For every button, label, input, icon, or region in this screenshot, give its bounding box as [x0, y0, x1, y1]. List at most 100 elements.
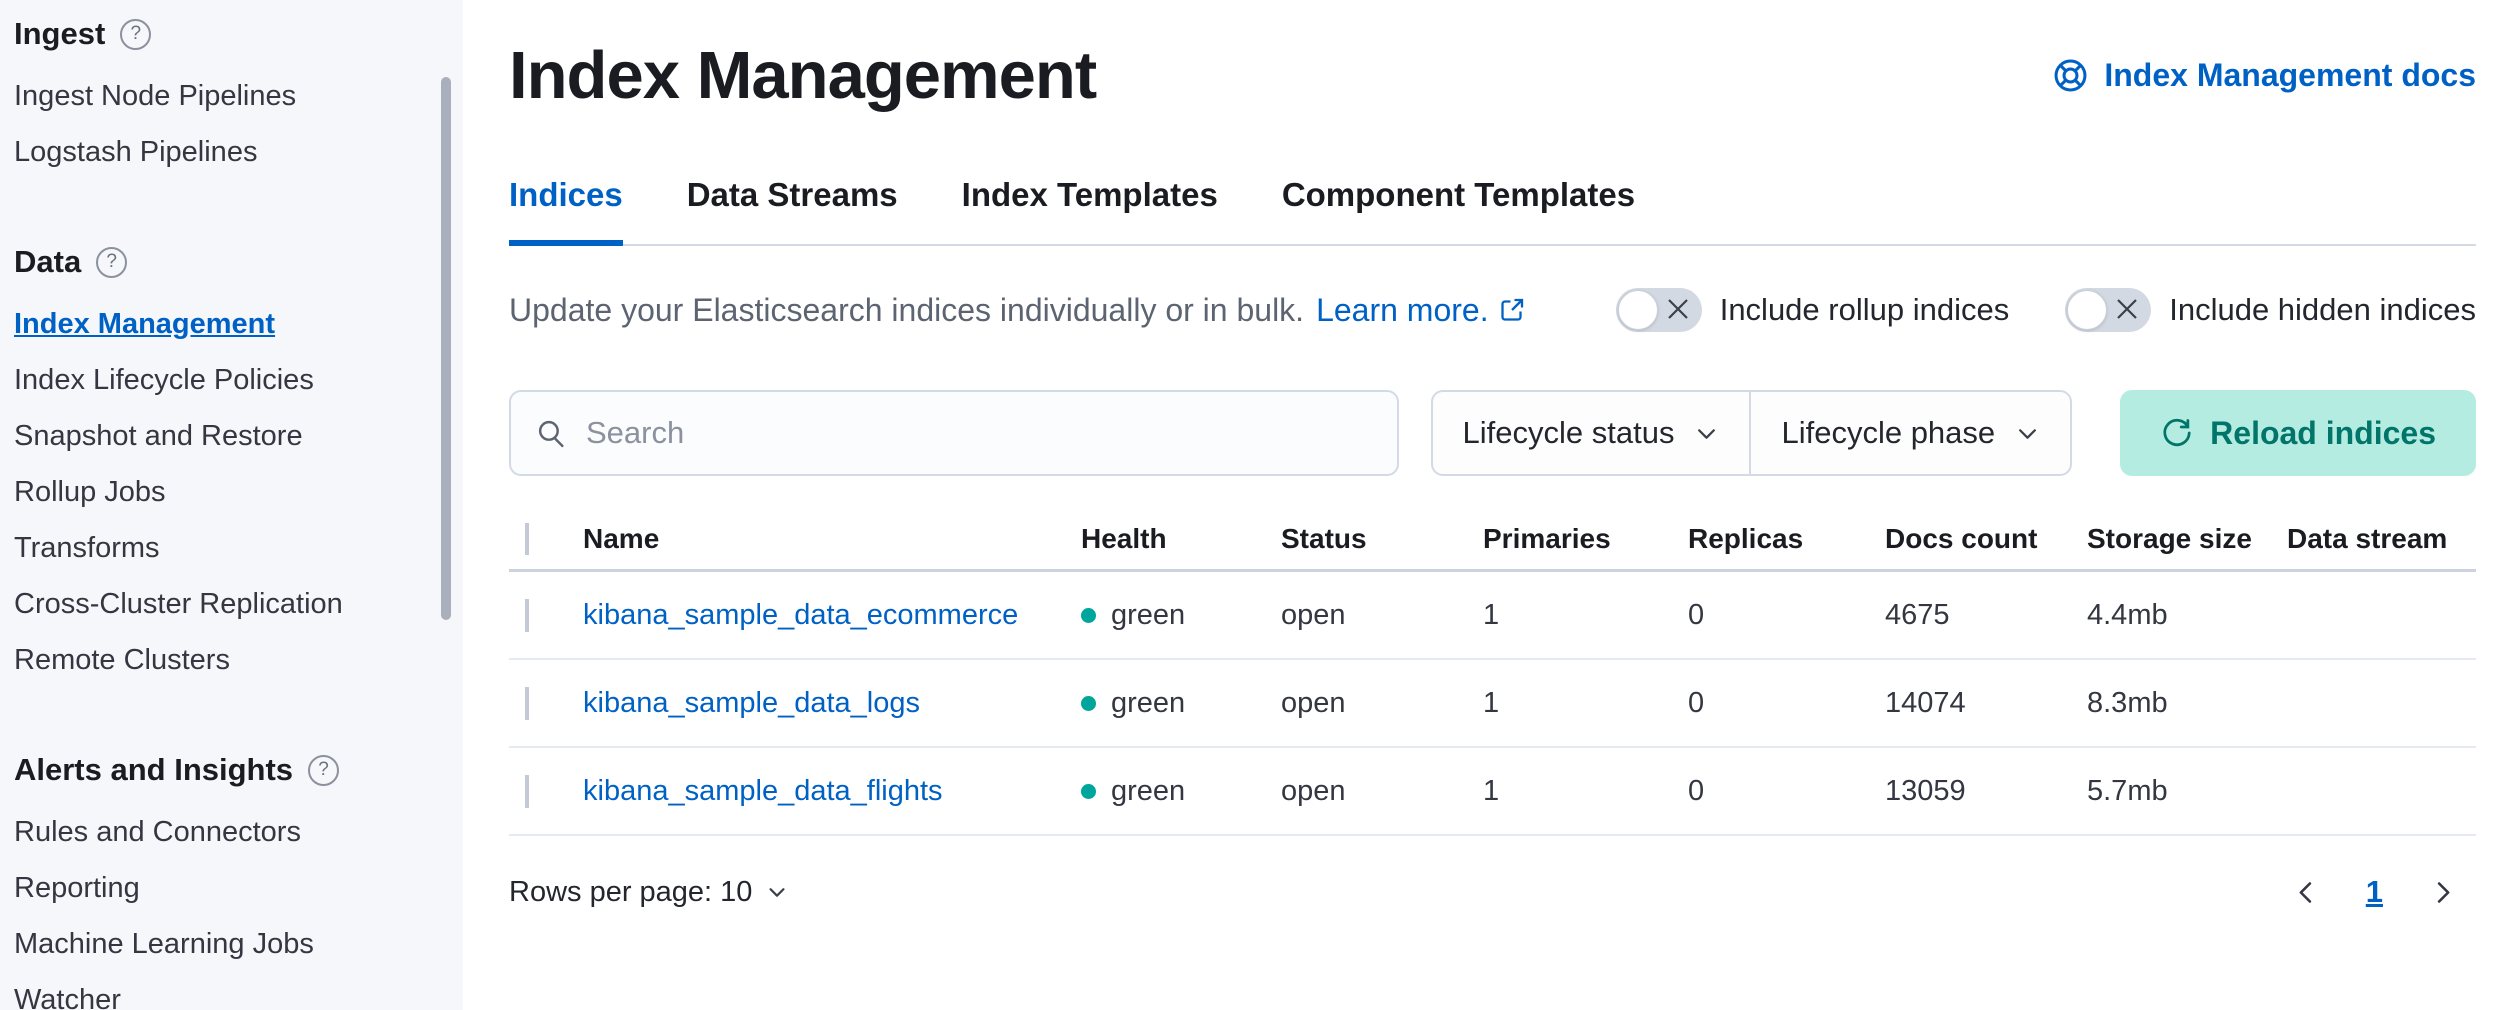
- page-header: Index Management Index Management docs: [509, 34, 2476, 116]
- filter-label: Lifecycle phase: [1781, 415, 1995, 451]
- select-all-checkbox[interactable]: [525, 523, 529, 555]
- column-header-health[interactable]: Health: [1081, 523, 1281, 555]
- filter-label: Lifecycle status: [1463, 415, 1675, 451]
- include-rollup-indices-toggle[interactable]: Include rollup indices: [1616, 288, 2010, 332]
- storage-size-value: 5.7mb: [2087, 775, 2287, 808]
- sidebar-item-index-management[interactable]: Index Management: [14, 296, 435, 352]
- sidebar-item-rollup-jobs[interactable]: Rollup Jobs: [14, 464, 435, 520]
- status-value: open: [1281, 775, 1483, 808]
- reload-indices-button[interactable]: Reload indices: [2120, 390, 2476, 476]
- chevron-down-icon: [766, 881, 788, 903]
- index-name-link[interactable]: kibana_sample_data_ecommerce: [583, 599, 1018, 631]
- question-circle-icon[interactable]: ?: [96, 247, 127, 278]
- external-link-icon: [1499, 297, 1525, 323]
- sidebar-section-alerts-insights: Alerts and Insights ? Rules and Connecto…: [14, 752, 435, 1010]
- docs-link[interactable]: Index Management docs: [2052, 57, 2476, 94]
- section-title-text: Ingest: [14, 16, 105, 52]
- section-title-text: Alerts and Insights: [14, 752, 293, 788]
- info-text: Update your Elasticsearch indices indivi…: [509, 292, 1525, 329]
- question-circle-icon[interactable]: ?: [308, 755, 339, 786]
- toggle-group: Include rollup indices Include hidden in…: [1616, 288, 2476, 332]
- table-row: kibana_sample_data_flights green open 1 …: [509, 748, 2476, 836]
- main-content: Index Management Index Management docs I…: [463, 0, 2504, 1010]
- chevron-right-icon[interactable]: [2429, 879, 2456, 906]
- lifebuoy-icon: [2052, 57, 2089, 94]
- storage-size-value: 8.3mb: [2087, 687, 2287, 720]
- page-title: Index Management: [509, 37, 1096, 114]
- switch-off: [2065, 288, 2151, 332]
- switch-knob: [1618, 290, 1658, 330]
- docs-link-label: Index Management docs: [2104, 57, 2476, 94]
- health-dot-icon: [1081, 784, 1096, 799]
- sidebar-item-transforms[interactable]: Transforms: [14, 520, 435, 576]
- x-icon: [2113, 295, 2141, 323]
- table-row: kibana_sample_data_logs green open 1 0 1…: [509, 660, 2476, 748]
- rows-per-page-label: Rows per page: 10: [509, 876, 752, 909]
- row-checkbox[interactable]: [525, 775, 529, 808]
- primaries-value: 1: [1483, 687, 1688, 720]
- column-header-name[interactable]: Name: [583, 523, 1081, 555]
- docs-count-value: 14074: [1885, 687, 2087, 720]
- info-text-body: Update your Elasticsearch indices indivi…: [509, 292, 1304, 329]
- pagination-row: Rows per page: 10 1: [509, 874, 2476, 910]
- health-value: green: [1111, 775, 1185, 808]
- tab-data-streams[interactable]: Data Streams: [687, 176, 898, 246]
- sidebar-item-rules-and-connectors[interactable]: Rules and Connectors: [14, 804, 435, 860]
- column-header-data-stream[interactable]: Data stream: [2287, 523, 2476, 555]
- tab-component-templates[interactable]: Component Templates: [1282, 176, 1635, 246]
- refresh-icon: [2160, 416, 2194, 450]
- column-header-primaries[interactable]: Primaries: [1483, 523, 1688, 555]
- page-number[interactable]: 1: [2366, 874, 2383, 910]
- table-row: kibana_sample_data_ecommerce green open …: [509, 572, 2476, 660]
- tab-indices[interactable]: Indices: [509, 176, 623, 246]
- indices-table: Name Health Status Primaries Replicas Do…: [509, 508, 2476, 836]
- index-management-page: Ingest ? Ingest Node Pipelines Logstash …: [0, 0, 2504, 1010]
- sidebar-item-snapshot-and-restore[interactable]: Snapshot and Restore: [14, 408, 435, 464]
- chevron-left-icon[interactable]: [2293, 879, 2320, 906]
- sidebar-section-ingest: Ingest ? Ingest Node Pipelines Logstash …: [14, 16, 435, 180]
- sidebar-section-title-data: Data ?: [14, 244, 435, 280]
- sidebar-item-index-lifecycle-policies[interactable]: Index Lifecycle Policies: [14, 352, 435, 408]
- sidebar-scrollbar[interactable]: [441, 77, 451, 620]
- row-checkbox[interactable]: [525, 599, 529, 632]
- sidebar-section-title-alerts-insights: Alerts and Insights ?: [14, 752, 435, 788]
- index-name-link[interactable]: kibana_sample_data_logs: [583, 687, 920, 719]
- column-header-docs-count[interactable]: Docs count: [1885, 523, 2087, 555]
- search-input[interactable]: [586, 415, 1373, 451]
- sidebar-section-data: Data ? Index Management Index Lifecycle …: [14, 244, 435, 688]
- section-title-text: Data: [14, 244, 81, 280]
- switch-knob: [2067, 290, 2107, 330]
- sidebar-item-reporting[interactable]: Reporting: [14, 860, 435, 916]
- switch-off: [1616, 288, 1702, 332]
- tab-index-templates[interactable]: Index Templates: [962, 176, 1218, 246]
- replicas-value: 0: [1688, 599, 1885, 632]
- sidebar-section-title-ingest: Ingest ?: [14, 16, 435, 52]
- column-header-replicas[interactable]: Replicas: [1688, 523, 1885, 555]
- docs-count-value: 13059: [1885, 775, 2087, 808]
- sidebar-item-logstash-pipelines[interactable]: Logstash Pipelines: [14, 124, 435, 180]
- sidebar-item-remote-clusters[interactable]: Remote Clusters: [14, 632, 435, 688]
- column-header-status[interactable]: Status: [1281, 523, 1483, 555]
- include-hidden-indices-toggle[interactable]: Include hidden indices: [2065, 288, 2476, 332]
- sidebar-item-cross-cluster-replication[interactable]: Cross-Cluster Replication: [14, 576, 435, 632]
- page-controls: 1: [2293, 874, 2456, 910]
- lifecycle-phase-filter[interactable]: Lifecycle phase: [1749, 392, 2070, 474]
- docs-count-value: 4675: [1885, 599, 2087, 632]
- replicas-value: 0: [1688, 775, 1885, 808]
- info-row: Update your Elasticsearch indices indivi…: [509, 288, 2476, 332]
- learn-more-link[interactable]: Learn more.: [1316, 292, 1525, 329]
- question-circle-icon[interactable]: ?: [120, 19, 151, 50]
- rows-per-page-selector[interactable]: Rows per page: 10: [509, 876, 788, 909]
- sidebar-item-machine-learning-jobs[interactable]: Machine Learning Jobs: [14, 916, 435, 972]
- sidebar-item-ingest-node-pipelines[interactable]: Ingest Node Pipelines: [14, 68, 435, 124]
- index-name-link[interactable]: kibana_sample_data_flights: [583, 775, 943, 807]
- column-header-storage-size[interactable]: Storage size: [2087, 523, 2287, 555]
- magnifier-icon: [535, 417, 568, 450]
- sidebar-item-watcher[interactable]: Watcher: [14, 972, 435, 1010]
- health-dot-icon: [1081, 696, 1096, 711]
- management-sidebar: Ingest ? Ingest Node Pipelines Logstash …: [0, 0, 463, 1010]
- toggle-label: Include rollup indices: [1720, 292, 2010, 328]
- row-checkbox[interactable]: [525, 687, 529, 720]
- table-header-row: Name Health Status Primaries Replicas Do…: [509, 508, 2476, 572]
- lifecycle-status-filter[interactable]: Lifecycle status: [1433, 392, 1750, 474]
